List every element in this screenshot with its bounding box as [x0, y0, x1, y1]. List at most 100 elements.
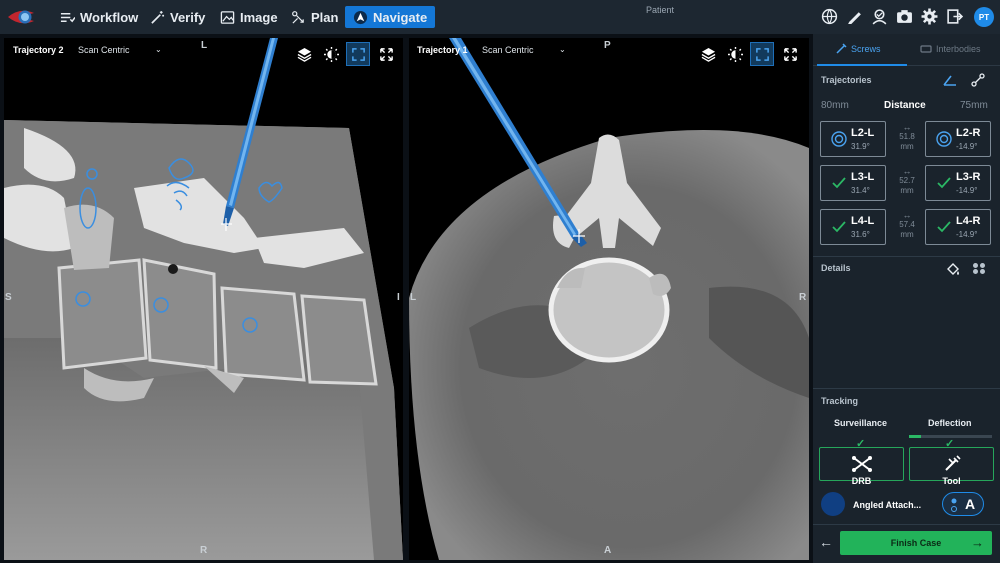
- expand-button[interactable]: [778, 42, 802, 66]
- viewport-left-mode[interactable]: Scan Centric: [78, 45, 130, 55]
- grid-dots-icon[interactable]: [972, 262, 986, 275]
- trajectory-button[interactable]: L3-L 31.4°: [820, 165, 886, 201]
- trajectory-distance: ↔ 51.8 mm: [895, 122, 919, 152]
- finish-case-button[interactable]: Finish Case →: [840, 531, 992, 555]
- orientation-bottom: A: [604, 545, 612, 556]
- pen-icon[interactable]: [846, 8, 863, 25]
- target-icon: [831, 131, 847, 147]
- plan-icon: [292, 10, 304, 24]
- orientation-top: P: [604, 40, 611, 51]
- focus-button[interactable]: [750, 42, 774, 66]
- distance-arrows-icon: ↔: [902, 210, 912, 220]
- surveillance-label: Surveillance: [834, 418, 888, 428]
- trajectory-angle: 31.6°: [851, 230, 870, 239]
- gear-icon[interactable]: [921, 8, 938, 25]
- angled-attachment-letter: A: [965, 496, 976, 512]
- expand-button[interactable]: [374, 42, 398, 66]
- deflection-bar-fill: [909, 435, 922, 438]
- nav-image[interactable]: Image: [220, 6, 278, 28]
- viewport-trajectory-2[interactable]: Trajectory 2 Scan Centric ⌄ L S I R: [4, 38, 403, 560]
- chevron-down-icon[interactable]: ⌄: [155, 45, 162, 54]
- trajectory-angle: -14.9°: [956, 186, 978, 195]
- back-arrow-icon[interactable]: ←: [819, 534, 833, 550]
- trajectory-button[interactable]: L2-R -14.9°: [925, 121, 991, 157]
- brightness-button[interactable]: [319, 42, 343, 66]
- orientation-right: R: [799, 292, 807, 303]
- nav-workflow[interactable]: Workflow: [60, 6, 138, 28]
- ct-axial-image: [409, 38, 809, 560]
- trajectory-name: L2-R: [956, 127, 981, 139]
- orientation-left: L: [410, 292, 417, 303]
- tool-status[interactable]: Tool: [909, 447, 994, 486]
- finish-case-label: Finish Case: [890, 538, 942, 548]
- viewport-right-mode[interactable]: Scan Centric: [482, 45, 534, 55]
- distance-value: 57.4: [899, 220, 915, 229]
- layers-button[interactable]: [292, 42, 316, 66]
- chevron-down-icon[interactable]: ⌄: [559, 45, 566, 54]
- trajectory-button[interactable]: L3-R -14.9°: [925, 165, 991, 201]
- distance-max: 75mm: [960, 100, 988, 111]
- camera-icon[interactable]: [896, 8, 913, 25]
- globe-icon[interactable]: [821, 8, 838, 25]
- attachment-dots-icon: [951, 498, 957, 512]
- tab-screws[interactable]: Screws: [835, 43, 881, 55]
- tab-interbodies[interactable]: Interbodies: [920, 43, 981, 55]
- expand-icon: [379, 47, 393, 61]
- focus-frame-icon: [351, 47, 365, 61]
- distance-unit: mm: [900, 142, 914, 151]
- ruler-icon[interactable]: [971, 73, 985, 87]
- distance-arrows-icon: ↔: [902, 122, 912, 132]
- interbody-icon: [920, 45, 932, 53]
- nav-navigate-label: Navigate: [373, 9, 428, 25]
- angle-icon[interactable]: [943, 73, 957, 87]
- screw-icon: [836, 43, 847, 54]
- trajectory-button[interactable]: L2-L 31.9°: [820, 121, 886, 157]
- trajectory-button[interactable]: L4-R -14.9°: [925, 209, 991, 245]
- angled-attachment-label: Angled Attach...: [853, 500, 922, 510]
- list-icon: [60, 12, 75, 22]
- tracking-title: Tracking: [821, 396, 859, 406]
- focus-frame-icon: [755, 47, 769, 61]
- trajectory-button[interactable]: L4-L 31.6°: [820, 209, 886, 245]
- angled-attachment-button[interactable]: A: [942, 492, 984, 516]
- nav-plan[interactable]: Plan: [291, 6, 338, 28]
- viewport-trajectory-1[interactable]: Trajectory 1 Scan Centric ⌄ P L R A: [409, 38, 809, 560]
- tab-active-indicator: [817, 64, 907, 66]
- patient-label: Patient: [646, 5, 675, 15]
- viewport-left-title: Trajectory 2: [13, 45, 64, 55]
- check-icon: [832, 221, 846, 233]
- trajectory-angle: 31.9°: [851, 142, 870, 151]
- user-avatar[interactable]: PT: [974, 7, 994, 27]
- tool-icon: [945, 455, 961, 471]
- user-check-icon[interactable]: [871, 8, 888, 25]
- trajectory-name: L4-L: [851, 215, 875, 227]
- distance-arrows-icon: ↔: [902, 166, 912, 176]
- trajectory-angle: -14.9°: [956, 142, 978, 151]
- paint-bucket-icon[interactable]: [946, 261, 961, 276]
- focus-button[interactable]: [346, 42, 370, 66]
- nav-verify[interactable]: Verify: [150, 6, 205, 28]
- brightness-button[interactable]: [723, 42, 747, 66]
- details-title: Details: [821, 263, 851, 273]
- nav-image-label: Image: [240, 9, 278, 25]
- trajectory-name: L3-R: [956, 171, 981, 183]
- panel-tabs: Screws Interbodies: [813, 34, 1000, 66]
- logout-icon[interactable]: [946, 8, 963, 25]
- target-icon: [936, 131, 952, 147]
- top-nav-bar: Workflow Verify Image Plan Navigate Pati…: [0, 0, 1000, 34]
- nav-navigate[interactable]: Navigate: [345, 6, 436, 28]
- layers-button[interactable]: [696, 42, 720, 66]
- divider: [813, 388, 1000, 389]
- arrow-right-icon: →: [971, 535, 984, 550]
- distance-value: 51.8: [899, 132, 915, 141]
- distance-value: 52.7: [899, 176, 915, 185]
- layers-icon: [701, 47, 715, 62]
- check-icon: [937, 177, 951, 189]
- distance-unit: mm: [900, 230, 914, 239]
- nav-workflow-label: Workflow: [80, 9, 139, 25]
- navigate-icon: [353, 10, 368, 24]
- drb-status[interactable]: DRB: [819, 447, 904, 486]
- drb-label: DRB: [851, 476, 872, 486]
- nav-verify-label: Verify: [170, 9, 206, 25]
- deflection-label: Deflection: [928, 418, 972, 428]
